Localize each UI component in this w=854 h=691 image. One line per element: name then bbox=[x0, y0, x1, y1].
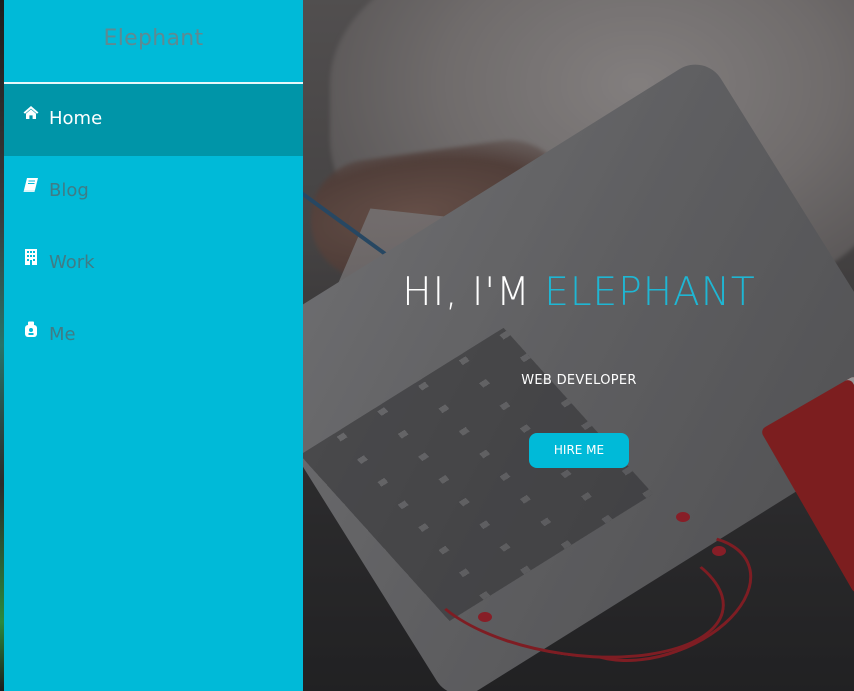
brand-header: Elephant bbox=[4, 0, 303, 84]
sidebar-nav: Home Blog Work Me bbox=[4, 84, 303, 372]
sidebar-item-work[interactable]: Work bbox=[4, 228, 303, 300]
hero-subtitle: WEB DEVELOPER bbox=[521, 373, 637, 388]
hero-greeting: HI, I'M bbox=[402, 270, 545, 315]
brand-name[interactable]: Elephant bbox=[4, 26, 303, 51]
page: HI, I'M ELEPHANT WEB DEVELOPER HIRE ME E… bbox=[0, 0, 854, 691]
sidebar-item-me[interactable]: Me bbox=[4, 300, 303, 372]
home-icon bbox=[22, 104, 40, 122]
sidebar-item-home[interactable]: Home bbox=[4, 84, 303, 156]
sidebar-item-blog[interactable]: Blog bbox=[4, 156, 303, 228]
building-icon bbox=[22, 248, 40, 266]
book-icon bbox=[22, 176, 40, 194]
hero-section: HI, I'M ELEPHANT WEB DEVELOPER HIRE ME bbox=[304, 0, 854, 691]
hero-name-highlight: ELEPHANT bbox=[544, 270, 756, 315]
hero-title: HI, I'M ELEPHANT bbox=[304, 270, 854, 315]
sidebar-item-label: Blog bbox=[49, 180, 89, 201]
sidebar-item-label: Home bbox=[49, 108, 103, 129]
user-bag-icon bbox=[22, 320, 40, 338]
hire-me-button[interactable]: HIRE ME bbox=[529, 433, 629, 468]
sidebar-item-label: Me bbox=[49, 324, 76, 345]
sidebar: Elephant Home Blog Work Me bbox=[4, 0, 303, 691]
sidebar-item-label: Work bbox=[49, 252, 95, 273]
